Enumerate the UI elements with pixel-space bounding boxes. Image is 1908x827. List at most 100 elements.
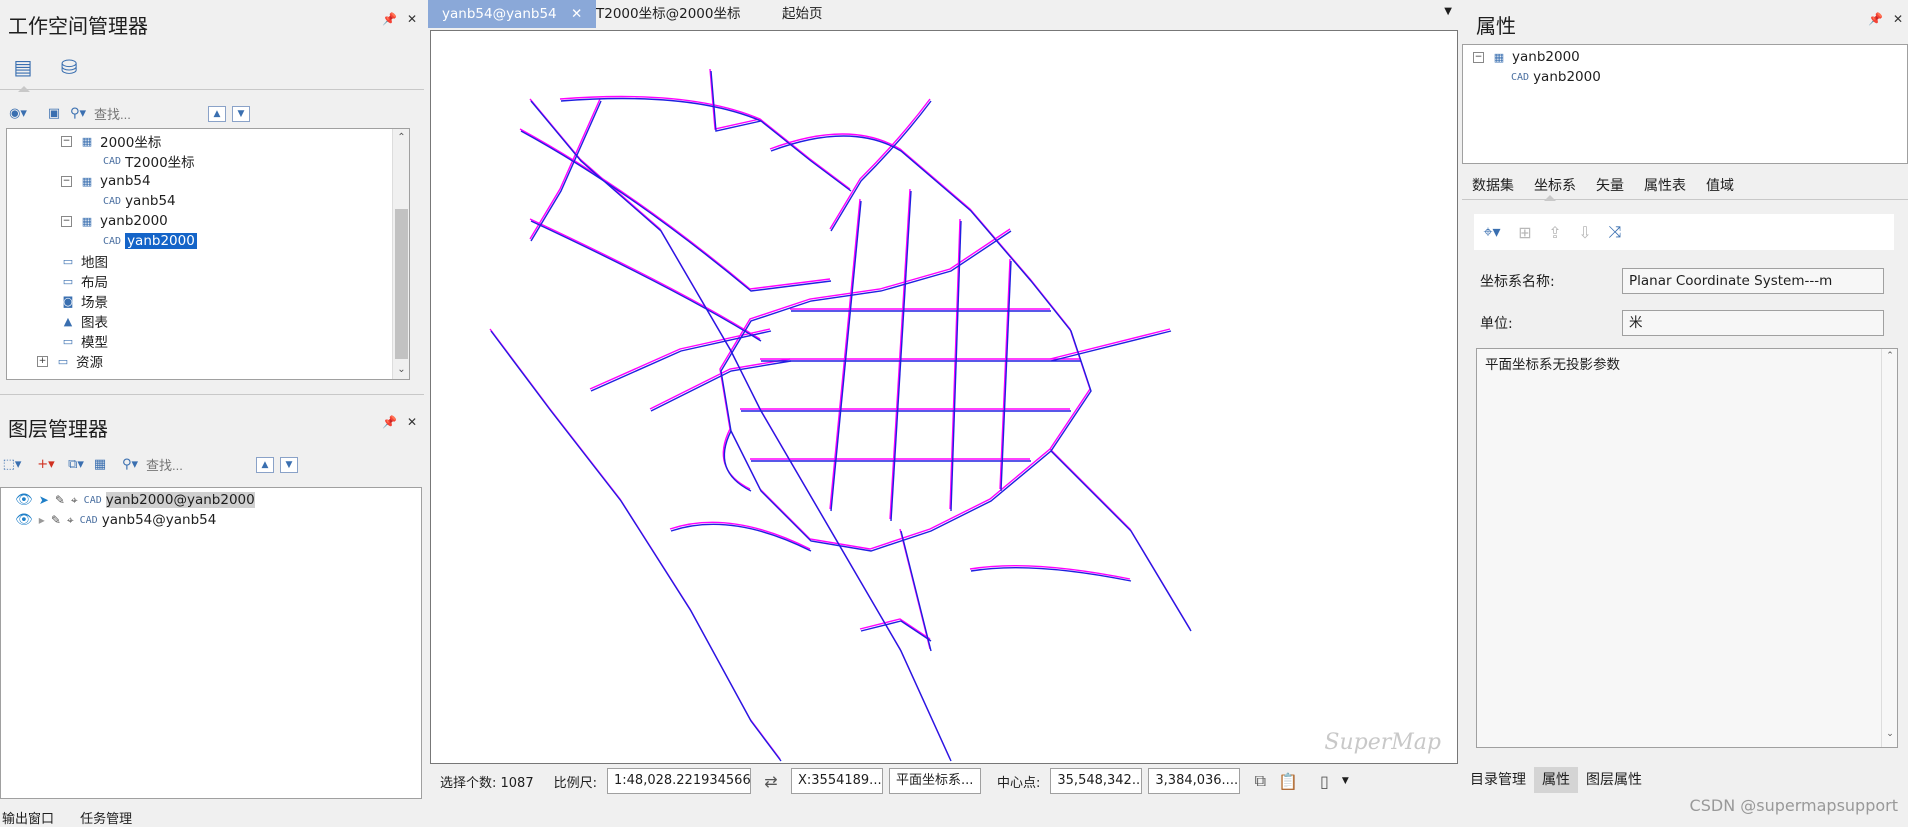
coord-system-box[interactable]: 平面坐标系...	[889, 768, 981, 794]
tree-node-models[interactable]: ▭ 模型	[59, 331, 108, 352]
layer-row-yanb2000[interactable]: 👁 ➤ ✎ ⌖ CAD yanb2000@yanb2000	[15, 490, 255, 510]
editable-icon[interactable]: ✎	[55, 493, 65, 507]
workspace-search-input[interactable]	[94, 106, 190, 122]
tree-node-2000[interactable]: − ▦ 2000坐标	[61, 131, 161, 151]
layer-select-icon[interactable]: ⬚▾	[0, 454, 24, 476]
close-tab-icon[interactable]: ✕	[571, 6, 582, 22]
chevron-down-icon[interactable]: ▼	[1338, 776, 1352, 786]
search-icon[interactable]: ⚲▾	[118, 454, 142, 476]
selectable-arrow-icon[interactable]: ➤	[39, 493, 49, 507]
paste-icon[interactable]: 📋	[1274, 772, 1302, 791]
layer-search-input[interactable]	[146, 457, 242, 473]
layer-list: 👁 ➤ ✎ ⌖ CAD yanb2000@yanb2000 👁 ▸ ✎ ⌖ CA…	[0, 487, 422, 799]
scroll-down-icon[interactable]: ⌄	[1882, 729, 1898, 739]
visibility-eye-icon[interactable]: 👁	[15, 512, 33, 528]
document-tabs: yanb54@yanb54 ✕ T2000坐标@2000坐标 起始页 ▼	[428, 0, 1458, 28]
scale-combobox[interactable]: 1:48,028.2219345661 ▼	[607, 768, 751, 794]
pin-icon[interactable]: 📌	[1868, 12, 1883, 26]
collapse-icon[interactable]: −	[61, 135, 72, 147]
snap-icon[interactable]: ⌖	[71, 493, 78, 508]
center-y-box[interactable]: 3,384,036....	[1148, 768, 1241, 794]
selectable-arrow-icon[interactable]: ▸	[39, 513, 45, 527]
pin-icon[interactable]: 📌	[382, 12, 397, 26]
scroll-down-icon[interactable]: ⌄	[393, 361, 409, 378]
csdn-watermark: CSDN @supermapsupport	[1689, 796, 1898, 815]
scroll-up-icon[interactable]: ⌃	[1882, 351, 1898, 361]
new-document-icon[interactable]: ▣	[42, 103, 66, 125]
bottom-window-tabs: 输出窗口 任务管理	[0, 808, 424, 827]
tab-attribute-table[interactable]: 属性表	[1634, 172, 1696, 200]
close-icon[interactable]: ✕	[407, 415, 417, 429]
search-down-icon[interactable]: ▼	[232, 106, 250, 122]
map-document-area: yanb54@yanb54 ✕ T2000坐标@2000坐标 起始页 ▼ Sup…	[428, 0, 1458, 800]
map-canvas[interactable]: SuperMap	[430, 30, 1458, 764]
tree-node-t2000[interactable]: CAD T2000坐标	[103, 151, 195, 171]
tree-node-yanb2000[interactable]: − ▦ yanb2000	[61, 211, 168, 231]
coordinate-toolbar: ⌖▾ ⊞ ⇪ ⇩ ⤨	[1474, 214, 1894, 250]
tab-list-dropdown-icon[interactable]: ▼	[1444, 6, 1452, 17]
search-icon[interactable]: ⚲▾	[66, 103, 90, 125]
tab-output-window[interactable]: 输出窗口	[2, 812, 54, 827]
workspace-tree-tab-icon[interactable]: ▤	[6, 50, 40, 92]
close-icon[interactable]: ✕	[1893, 12, 1903, 26]
scale-label: 比例尺:	[553, 775, 597, 791]
collapse-icon[interactable]: −	[61, 215, 72, 227]
tree-node-yanb54[interactable]: − ▦ yanb54	[61, 171, 151, 191]
search-down-icon[interactable]: ▼	[280, 457, 298, 473]
tree-node-resources[interactable]: + ▭ 资源	[37, 351, 103, 371]
tab-catalog-manager[interactable]: 目录管理	[1462, 767, 1534, 793]
search-up-icon[interactable]: ▲	[208, 106, 226, 122]
x-coordinate-box: X:3554189...	[791, 768, 883, 794]
coordinate-name-row: 坐标系名称: Planar Coordinate System---m	[1480, 268, 1884, 294]
layout-icon: ▭	[62, 274, 74, 288]
swap-icon[interactable]: ⇄	[757, 772, 785, 791]
layer-row-yanb54[interactable]: 👁 ▸ ✎ ⌖ CAD yanb54@yanb54	[15, 510, 216, 530]
bookmark-icon[interactable]: ▯	[1310, 772, 1338, 791]
projection-transform-icon[interactable]: ⤨	[1600, 222, 1630, 242]
tree-node-yanb2000-dataset[interactable]: CAD yanb2000	[103, 231, 197, 251]
description-scrollbar[interactable]: ⌃ ⌄	[1881, 349, 1897, 747]
tab-yanb54-map[interactable]: yanb54@yanb54 ✕	[428, 0, 597, 28]
unit-row: 单位: 米	[1480, 310, 1884, 336]
right-panel-tabs: 目录管理 属性 图层属性	[1462, 766, 1908, 794]
collapse-icon[interactable]: −	[1473, 51, 1484, 63]
tab-layer-properties[interactable]: 图层属性	[1578, 767, 1650, 793]
workspace-toolbar: ◉▾ ▣ ⚲▾ ▲ ▼	[0, 100, 250, 128]
tab-dataset[interactable]: 数据集	[1462, 172, 1524, 200]
copy-icon[interactable]: ⧉	[1246, 771, 1274, 791]
tab-properties[interactable]: 属性	[1534, 767, 1578, 793]
expand-icon[interactable]: +	[37, 355, 48, 367]
center-x-box[interactable]: 35,548,342...	[1050, 768, 1143, 794]
prop-tree-child[interactable]: CAD yanb2000	[1511, 67, 1601, 87]
search-up-icon[interactable]: ▲	[256, 457, 274, 473]
layer-group-icon[interactable]: ⧉▾	[64, 454, 88, 476]
visibility-eye-icon[interactable]: 👁	[15, 492, 33, 508]
editable-icon[interactable]: ✎	[51, 513, 61, 527]
tree-node-scenes[interactable]: ◙ 场景	[59, 291, 108, 312]
pin-icon[interactable]: 📌	[382, 415, 397, 429]
tree-scrollbar[interactable]: ⌃ ⌄	[392, 129, 409, 379]
close-icon[interactable]: ✕	[407, 12, 417, 26]
database-tab-icon[interactable]: ⛁	[52, 50, 86, 84]
tab-value-domain[interactable]: 值域	[1696, 172, 1744, 200]
tree-node-layouts[interactable]: ▭ 布局	[59, 271, 108, 292]
collapse-icon[interactable]: −	[61, 175, 72, 187]
prop-tree-root[interactable]: − ▦ yanb2000	[1473, 47, 1580, 67]
add-layer-icon[interactable]: +▾	[34, 454, 58, 476]
tab-coordinate-system[interactable]: 坐标系	[1524, 172, 1586, 201]
tab-task-manager[interactable]: 任务管理	[80, 812, 132, 827]
tree-node-yanb54-dataset[interactable]: CAD yanb54	[103, 191, 176, 211]
snap-icon[interactable]: ⌖	[67, 513, 74, 528]
cad-dataset-icon: CAD	[103, 155, 122, 167]
scroll-thumb[interactable]	[395, 209, 408, 359]
tab-vector[interactable]: 矢量	[1586, 172, 1634, 200]
layer-style-icon[interactable]: ▦	[88, 454, 112, 476]
open-workspace-icon[interactable]: ◉▾	[6, 103, 30, 125]
tab-start-page[interactable]: 起始页	[768, 0, 837, 28]
reset-coordinate-icon[interactable]: ⌖▾	[1474, 222, 1510, 242]
tab-t2000-map[interactable]: T2000坐标@2000坐标	[582, 0, 754, 28]
tree-node-maps[interactable]: ▭ 地图	[59, 251, 108, 272]
tree-node-charts[interactable]: ▲ 图表	[59, 311, 108, 332]
scroll-up-icon[interactable]: ⌃	[393, 129, 409, 146]
unit-field: 米	[1622, 310, 1884, 336]
